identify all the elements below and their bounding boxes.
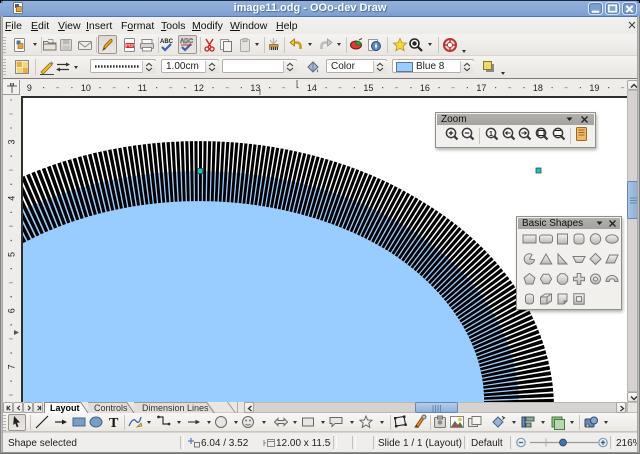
svg-text:5: 5 bbox=[7, 252, 17, 257]
svg-text:15: 15 bbox=[363, 83, 373, 93]
svg-text:11: 11 bbox=[138, 83, 147, 93]
svg-text:4: 4 bbox=[7, 196, 17, 201]
svg-text:7: 7 bbox=[7, 364, 17, 369]
svg-text:1: 1 bbox=[489, 131, 493, 138]
svg-text:6: 6 bbox=[7, 308, 17, 313]
svg-text:16: 16 bbox=[420, 83, 430, 93]
svg-text:13: 13 bbox=[250, 83, 260, 93]
svg-text:12: 12 bbox=[194, 83, 204, 93]
svg-text:ABC: ABC bbox=[180, 39, 194, 45]
svg-text:3: 3 bbox=[7, 139, 17, 144]
svg-text:17: 17 bbox=[476, 83, 486, 93]
svg-text:PDF: PDF bbox=[126, 43, 135, 48]
svg-text:19: 19 bbox=[589, 83, 599, 93]
svg-text:9: 9 bbox=[27, 83, 32, 93]
svg-text:ABC: ABC bbox=[160, 39, 174, 45]
svg-text:10: 10 bbox=[81, 83, 91, 93]
svg-text:14: 14 bbox=[307, 83, 317, 93]
svg-text:T: T bbox=[109, 416, 119, 431]
svg-text:18: 18 bbox=[533, 83, 543, 93]
